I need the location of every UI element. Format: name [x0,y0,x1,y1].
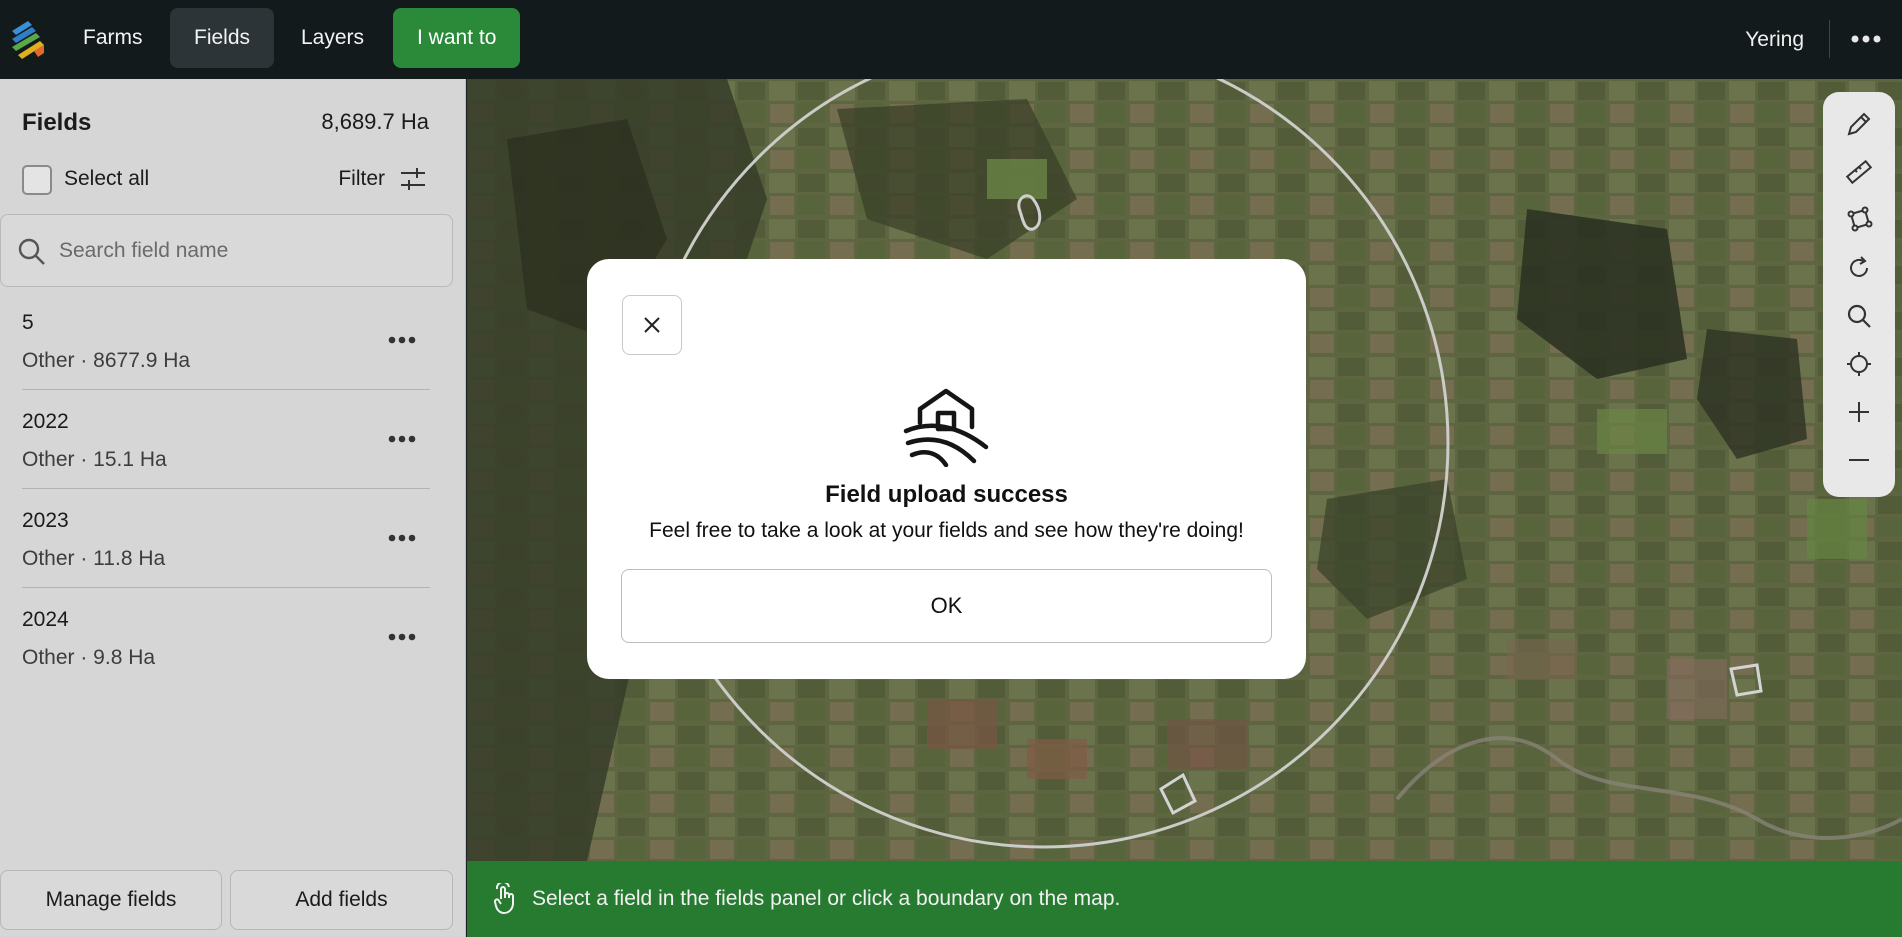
farm-barn-icon [902,387,990,468]
add-fields-button[interactable]: Add fields [230,870,453,930]
field-list-item[interactable]: 2022 Other · 15.1 Ha [22,390,430,489]
redo-icon[interactable] [1837,246,1881,290]
field-list-item[interactable]: 5 Other · 8677.9 Ha [22,291,430,390]
nav-layers[interactable]: Layers [277,8,388,68]
filter-button[interactable]: Filter [338,167,385,191]
locate-icon[interactable] [1837,342,1881,386]
dialog-title: Field upload success [825,481,1068,508]
manage-fields-button[interactable]: Manage fields [0,870,222,930]
status-message: Select a field in the fields panel or cl… [532,887,1121,910]
filter-sliders-icon[interactable] [399,165,427,193]
pencil-icon[interactable] [1837,102,1881,146]
field-list-item[interactable]: 2023 Other · 11.8 Ha [22,489,430,588]
field-more-icon[interactable] [384,325,420,355]
more-options-icon[interactable] [1848,22,1884,56]
map-search-icon[interactable] [1837,294,1881,338]
zoom-in-icon[interactable] [1837,390,1881,434]
nav-fields[interactable]: Fields [170,8,275,68]
ok-button[interactable]: OK [621,569,1272,643]
field-name: 2022 [22,410,69,433]
field-meta: Other · 8677.9 Ha [22,349,191,372]
panel-title: Fields [22,109,92,136]
field-list-item[interactable]: 2024 Other · 9.8 Ha [22,588,430,687]
map-status-bar: Select a field in the fields panel or cl… [467,861,1902,937]
field-search[interactable] [0,214,453,287]
select-all-label[interactable]: Select all [64,167,149,191]
field-list: 5 Other · 8677.9 Ha 2022 Other · 15.1 Ha… [0,291,466,687]
search-icon [17,237,47,267]
polygon-icon[interactable] [1837,198,1881,242]
close-dialog-button[interactable] [622,295,682,355]
top-bar: Farms Fields Layers I want to Yering [0,0,1902,79]
field-meta: Other · 15.1 Ha [22,448,167,471]
upload-success-dialog: Field upload success Feel free to take a… [587,259,1306,679]
hand-pointer-icon [491,880,521,915]
field-name: 5 [22,311,34,334]
top-divider [1829,20,1830,58]
select-all-checkbox[interactable] [22,165,52,195]
farm-name[interactable]: Yering [1745,0,1804,79]
dialog-message: Feel free to take a look at your fields … [649,519,1244,542]
field-meta: Other · 11.8 Ha [22,547,166,570]
i-want-to-button[interactable]: I want to [393,8,521,68]
ruler-icon[interactable] [1837,150,1881,194]
field-more-icon[interactable] [384,424,420,454]
fields-panel: Fields 8,689.7 Ha Select all Filter 5 Ot… [0,79,466,937]
field-name: 2023 [22,509,69,532]
map-toolbar [1823,92,1895,497]
field-name: 2024 [22,608,69,631]
nav-farms[interactable]: Farms [59,8,167,68]
zoom-out-icon[interactable] [1837,438,1881,482]
total-area: 8,689.7 Ha [321,109,429,134]
field-more-icon[interactable] [384,622,420,652]
close-icon [644,317,660,333]
field-meta: Other · 9.8 Ha [22,646,156,669]
app-logo-icon[interactable] [8,17,48,59]
search-input[interactable] [59,230,429,272]
field-more-icon[interactable] [384,523,420,553]
